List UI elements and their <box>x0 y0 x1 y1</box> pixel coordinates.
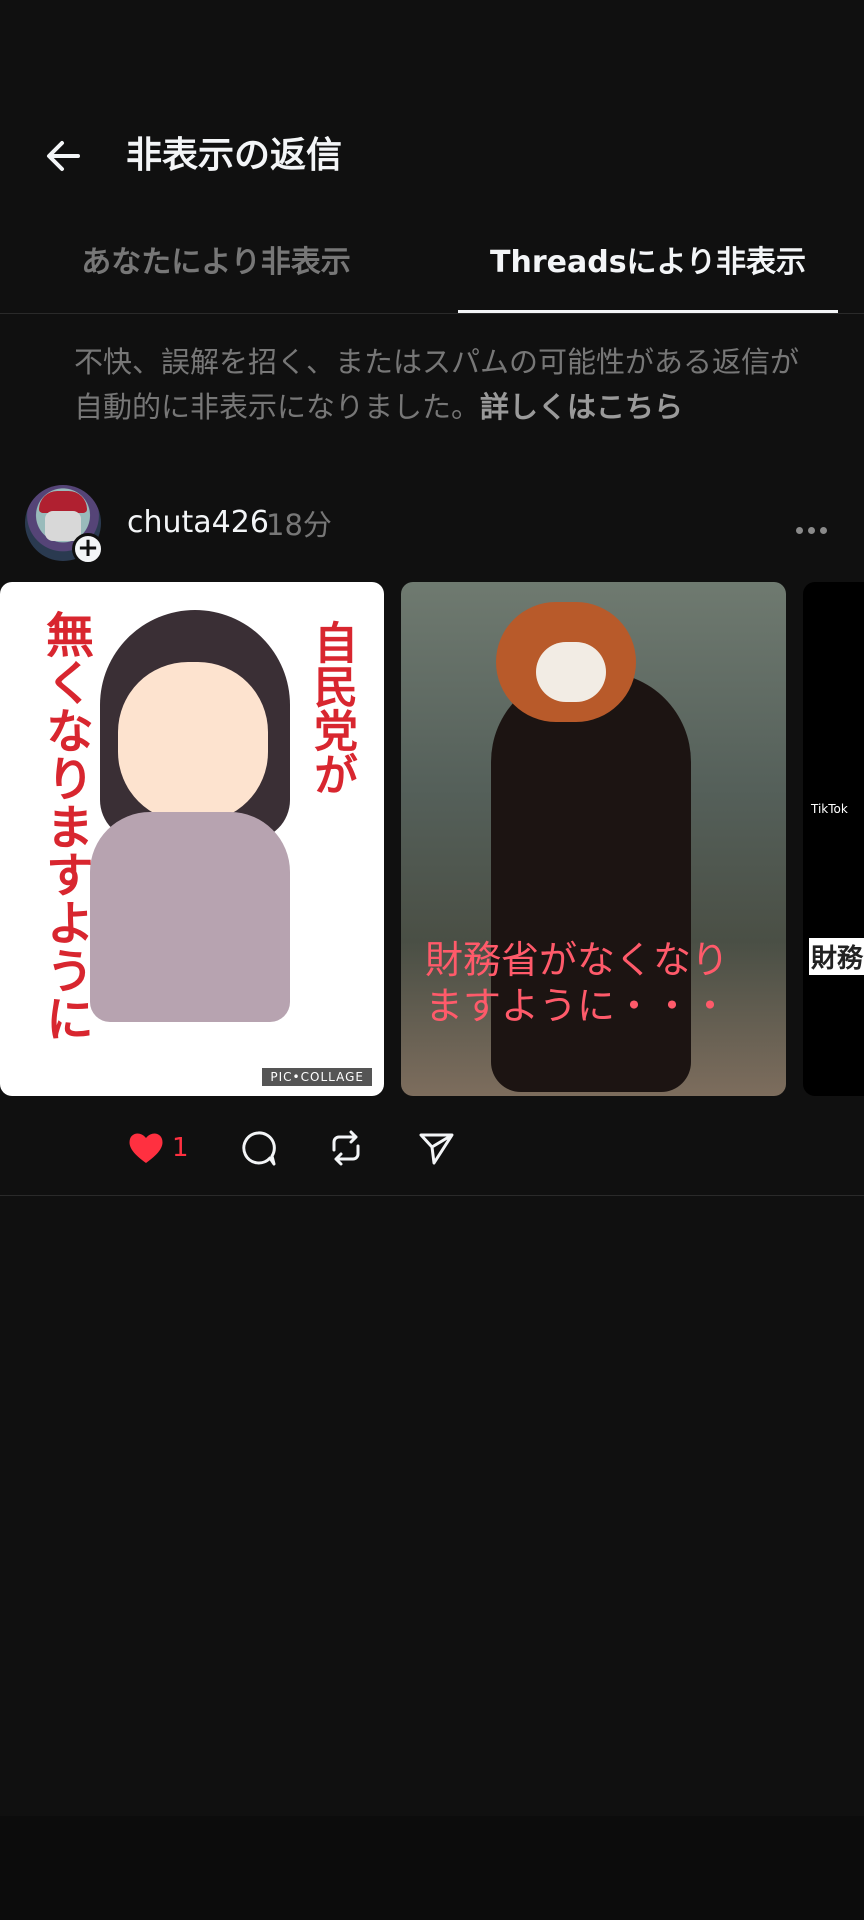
image-caption-3: 財務 <box>809 938 864 975</box>
image-caption: 財務省がなくなりますように・・・ <box>425 938 730 1028</box>
tab-bar: あなたにより非表示 Threadsにより非表示 <box>0 230 864 314</box>
post-image-2[interactable]: 財務省がなくなりますように・・・ <box>401 582 786 1096</box>
system-navigation-bar <box>0 1816 864 1920</box>
page-title: 非表示の返信 <box>126 135 343 176</box>
active-tab-indicator <box>458 310 838 313</box>
red-panda-face <box>536 642 606 702</box>
heart-icon <box>129 1133 163 1163</box>
comment-icon <box>242 1131 276 1166</box>
like-count: 1 <box>172 1133 189 1163</box>
like-button[interactable] <box>126 1128 166 1168</box>
tab-hidden-by-you[interactable]: あなたにより非表示 <box>40 230 392 313</box>
header: 非表示の返信 <box>0 110 864 200</box>
image-carousel[interactable]: 自民党が 無くなりますように PIC•COLLAGE 財務省がなくなりますように… <box>0 582 864 1096</box>
avatar-face <box>45 511 81 541</box>
red-panda-body <box>491 672 691 1092</box>
image-text-right: 自民党が <box>306 620 357 796</box>
back-button[interactable] <box>40 132 88 180</box>
share-button[interactable] <box>416 1128 456 1168</box>
learn-more-link[interactable]: 詳しくはこちら <box>480 390 683 424</box>
hidden-notice: 不快、誤解を招く、またはスパムの可能性がある返信が自動的に非表示になりました。詳… <box>74 340 804 430</box>
username[interactable]: chuta426 <box>127 503 269 543</box>
repost-icon <box>332 1130 360 1166</box>
illustration-face <box>118 662 268 822</box>
more-icon[interactable] <box>796 519 832 534</box>
post-image-3[interactable]: TikTok 財務 <box>803 582 864 1096</box>
post-header: + chuta426 18分 <box>0 485 864 565</box>
post-time: 18分 <box>266 508 332 542</box>
follow-button[interactable]: + <box>72 533 104 565</box>
watermark: PIC•COLLAGE <box>262 1068 372 1086</box>
illustration-body <box>90 812 290 1022</box>
repost-button[interactable] <box>326 1128 366 1168</box>
back-arrow-icon <box>47 141 80 171</box>
avatar-cap <box>39 491 87 513</box>
divider <box>0 1195 864 1196</box>
notice-text: 不快、誤解を招く、またはスパムの可能性がある返信が自動的に非表示になりました。 <box>74 345 800 424</box>
plus-icon: + <box>77 533 99 563</box>
image-text-left: 無くなりますように <box>37 610 93 1042</box>
tiktok-badge: TikTok <box>811 802 848 816</box>
post-image-1[interactable]: 自民党が 無くなりますように PIC•COLLAGE <box>0 582 384 1096</box>
share-icon <box>419 1133 454 1165</box>
post-actions: 1 <box>0 1120 864 1176</box>
comment-button[interactable] <box>238 1128 278 1168</box>
tab-hidden-by-threads[interactable]: Threadsにより非表示 <box>458 230 838 313</box>
